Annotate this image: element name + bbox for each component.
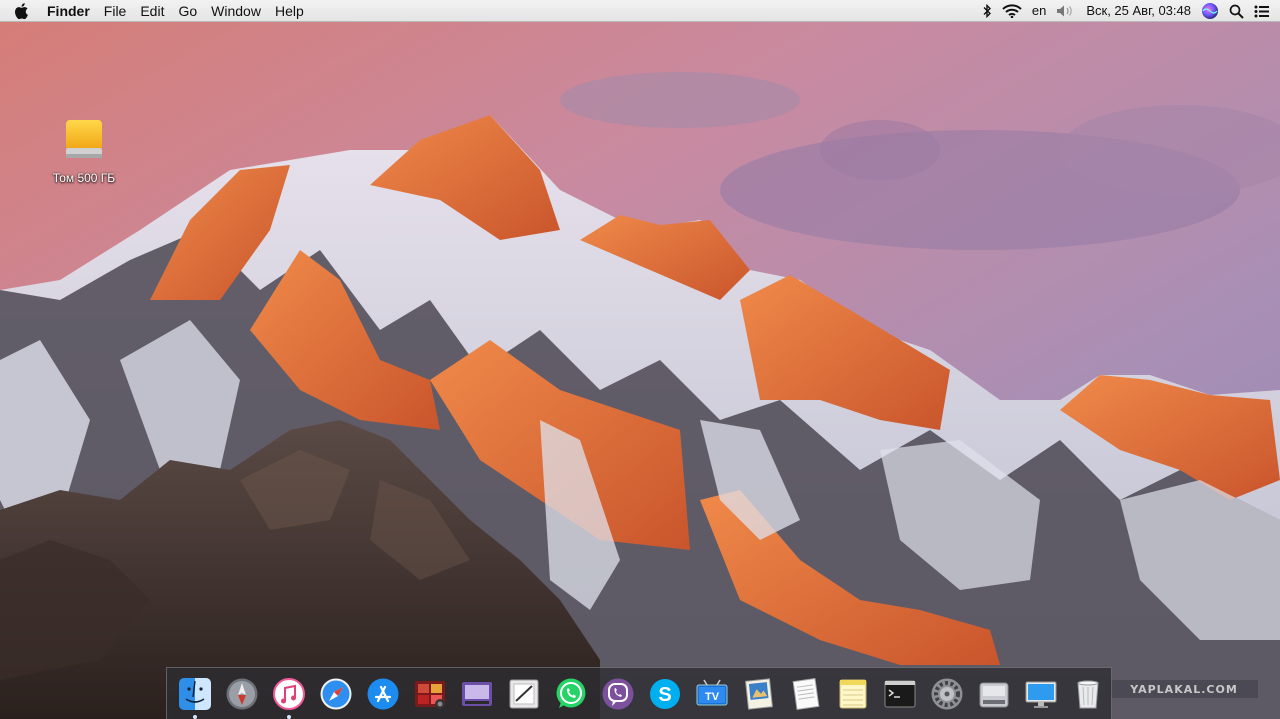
menu-bar-tray: en Вск, 25 Авг, 03:48: [977, 0, 1280, 22]
photo-booth-icon: [414, 680, 445, 709]
menu-edit[interactable]: Edit: [133, 0, 171, 22]
menu-file[interactable]: File: [97, 0, 134, 22]
dock-itunes[interactable]: [269, 674, 308, 719]
dock-tv[interactable]: TV: [692, 674, 731, 713]
dock-skype[interactable]: S: [645, 674, 684, 713]
image-capture-icon: [744, 677, 773, 710]
textedit-icon: [792, 677, 819, 710]
running-indicator: [286, 715, 291, 719]
dock-photo-booth[interactable]: [410, 674, 449, 713]
dock-terminal[interactable]: [880, 674, 919, 713]
dock-trash[interactable]: [1068, 674, 1107, 713]
desktop-icon-volume[interactable]: Том 500 ГБ: [44, 118, 124, 185]
menu-window[interactable]: Window: [204, 0, 268, 22]
desktop-wallpaper: [0, 0, 1280, 719]
notes-icon: [839, 679, 866, 708]
screenshot-viewer-icon: [461, 681, 492, 706]
tv-icon: TV: [696, 679, 727, 705]
dock-whatsapp[interactable]: [551, 674, 590, 713]
dock-system-preferences[interactable]: [927, 674, 966, 713]
dock-finder[interactable]: [175, 674, 214, 719]
menu-bar-clock[interactable]: Вск, 25 Авг, 03:48: [1081, 0, 1196, 22]
dock-disk-utility[interactable]: [974, 674, 1013, 713]
dock-viber[interactable]: [598, 674, 637, 713]
menu-help[interactable]: Help: [268, 0, 311, 22]
dock-launchpad[interactable]: [222, 674, 261, 713]
preview-icon: [509, 679, 538, 708]
trash-icon: [1076, 680, 1099, 708]
dock-notes[interactable]: [833, 674, 872, 713]
svg-text:S: S: [658, 684, 671, 706]
apple-logo-icon[interactable]: [14, 2, 32, 20]
terminal-icon: [884, 680, 915, 707]
dock-textedit[interactable]: [786, 674, 825, 713]
launchpad-icon: [226, 678, 257, 709]
menu-bar: Finder File Edit Go Window Help en Вск, …: [0, 0, 1280, 22]
siri-icon[interactable]: [1196, 0, 1224, 22]
menu-bar-left: Finder File Edit Go Window Help: [0, 0, 311, 22]
dock-safari[interactable]: [316, 674, 355, 713]
desktop-display-icon: [1025, 681, 1056, 708]
bluetooth-icon[interactable]: [977, 0, 997, 22]
dock-screenshot-viewer[interactable]: [457, 674, 496, 713]
svg-text:TV: TV: [704, 691, 719, 703]
app-store-icon: [367, 678, 398, 709]
viber-icon: [602, 678, 633, 709]
itunes-icon: [272, 677, 305, 710]
volume-icon[interactable]: [1051, 0, 1081, 22]
spotlight-search-icon[interactable]: [1224, 0, 1249, 22]
menu-app-name[interactable]: Finder: [40, 0, 97, 22]
menu-go[interactable]: Go: [171, 0, 204, 22]
system-preferences-icon: [931, 678, 962, 709]
disk-utility-icon: [979, 682, 1008, 707]
site-watermark: YAPLAKAL.COM: [1110, 680, 1258, 698]
wifi-icon[interactable]: [997, 0, 1027, 22]
dock-app-store[interactable]: [363, 674, 402, 713]
safari-icon: [320, 678, 351, 709]
dock: S TV: [166, 667, 1112, 719]
sierra-wallpaper-art: [0, 0, 1280, 719]
notification-center-icon[interactable]: [1249, 0, 1280, 22]
finder-icon: [178, 677, 211, 710]
dock-image-capture[interactable]: [739, 674, 778, 713]
running-indicator: [192, 715, 197, 719]
input-language-indicator[interactable]: en: [1027, 0, 1051, 22]
skype-icon: S: [649, 678, 680, 709]
whatsapp-icon: [556, 678, 585, 708]
dock-preview[interactable]: [504, 674, 543, 713]
external-drive-icon: [64, 118, 104, 167]
desktop-icon-label: Том 500 ГБ: [52, 171, 116, 185]
dock-desktop-display[interactable]: [1021, 674, 1060, 713]
